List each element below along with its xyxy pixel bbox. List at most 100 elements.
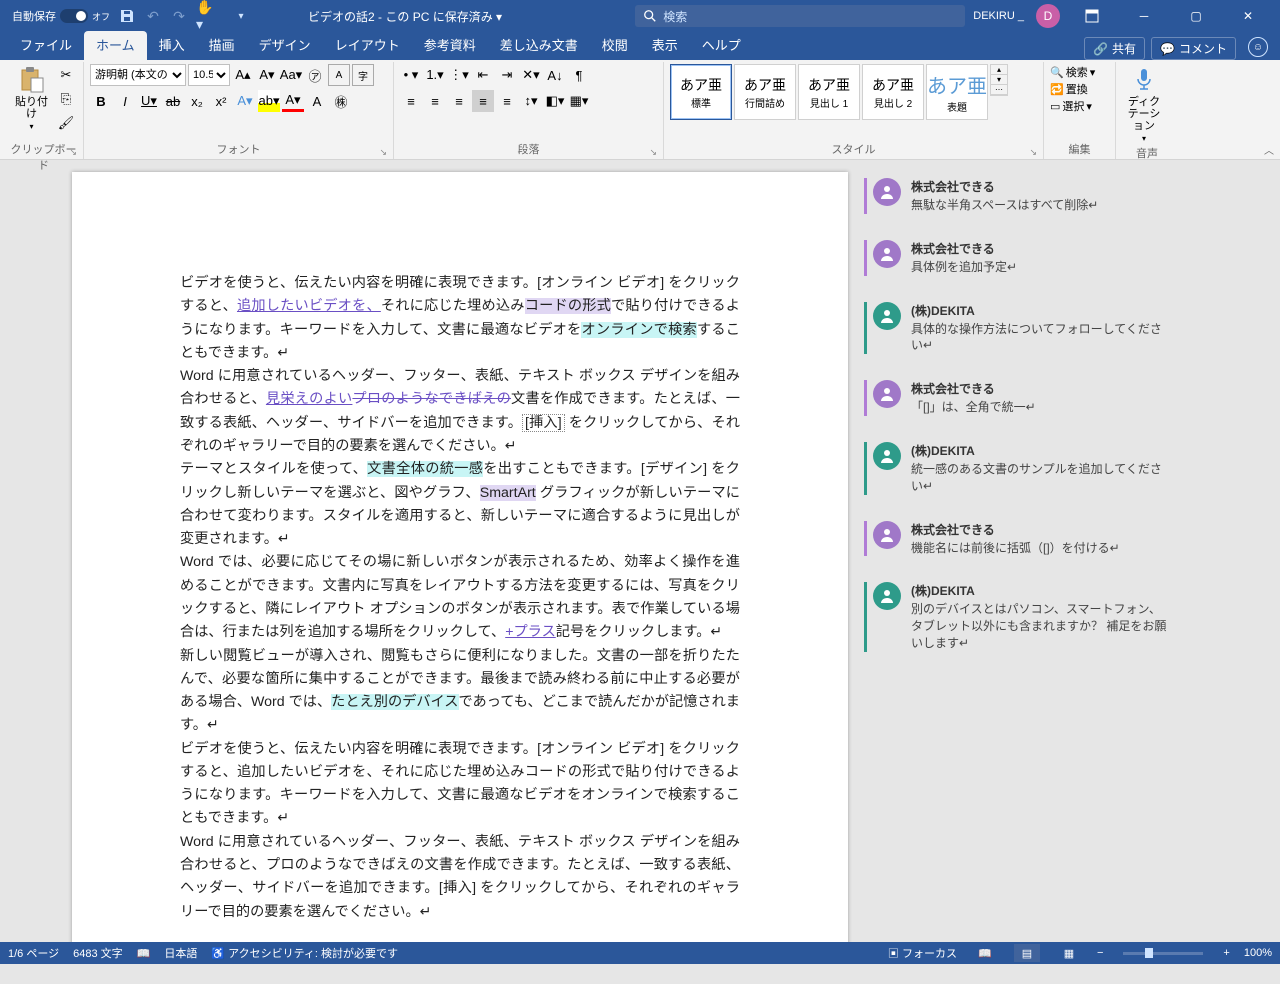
maximize-icon[interactable]: ▢ (1176, 0, 1216, 32)
align-center-icon[interactable]: ≡ (424, 90, 446, 112)
spellcheck-icon[interactable]: 📖 (137, 947, 151, 960)
launcher-icon[interactable]: ↘ (69, 147, 77, 158)
show-marks-icon[interactable]: ¶ (568, 64, 590, 86)
line-spacing-icon[interactable]: ↕▾ (520, 90, 542, 112)
shading-icon[interactable]: ◧▾ (544, 90, 566, 112)
undo-icon[interactable]: ↶ (144, 7, 162, 25)
comment-item[interactable]: (株)DEKITA具体的な操作方法についてフォローしてください↵ (864, 302, 1256, 355)
char-border-icon[interactable]: ㊑ (330, 90, 352, 112)
copy-icon[interactable]: ⎘ (55, 88, 77, 110)
font-name-select[interactable]: 游明朝 (本文の (90, 64, 186, 86)
numbering-icon[interactable]: 1.▾ (424, 64, 446, 86)
clear-format-icon[interactable]: A (328, 64, 350, 86)
comment-item[interactable]: 株式会社できる具体例を追加予定↵ (864, 240, 1256, 276)
comments-button[interactable]: 💬 コメント (1151, 37, 1236, 60)
feedback-icon[interactable]: ☺ (1248, 37, 1268, 57)
tab-レイアウト[interactable]: レイアウト (323, 31, 412, 60)
shrink-font-icon[interactable]: A▾ (256, 64, 278, 86)
share-button[interactable]: 🔗 共有 (1084, 37, 1145, 60)
distribute-icon[interactable]: ≡ (496, 90, 518, 112)
highlight-icon[interactable]: ab▾ (258, 90, 280, 112)
style-行間詰め[interactable]: あア亜行間詰め (734, 64, 796, 120)
tab-ヘルプ[interactable]: ヘルプ (690, 31, 753, 60)
multilevel-icon[interactable]: ⋮▾ (448, 64, 470, 86)
tab-参考資料[interactable]: 参考資料 (412, 31, 488, 60)
indent-inc-icon[interactable]: ⇥ (496, 64, 518, 86)
ribbon-display-icon[interactable] (1072, 0, 1112, 32)
page-indicator[interactable]: 1/6 ページ (8, 945, 59, 961)
dictate-button[interactable]: ディクテーション ▾ (1122, 64, 1166, 145)
font-color-icon[interactable]: A▾ (282, 90, 304, 112)
format-painter-icon[interactable]: 🖌 (55, 112, 77, 134)
tab-差し込み文書[interactable]: 差し込み文書 (488, 31, 590, 60)
touch-mode-icon[interactable]: ✋▾ (196, 7, 214, 25)
zoom-out-icon[interactable]: − (1097, 947, 1103, 959)
enclose-icon[interactable]: 字 (352, 64, 374, 86)
zoom-in-icon[interactable]: + (1223, 947, 1229, 959)
accessibility-indicator[interactable]: ♿ アクセシビリティ: 検討が必要です (211, 945, 398, 961)
launcher-icon[interactable]: ↘ (649, 147, 657, 158)
text-effects-icon[interactable]: A▾ (234, 90, 256, 112)
grow-font-icon[interactable]: A▴ (232, 64, 254, 86)
style-見出し 2[interactable]: あア亜見出し 2 (862, 64, 924, 120)
char-shading-icon[interactable]: A (306, 90, 328, 112)
tab-描画[interactable]: 描画 (197, 31, 247, 60)
indent-dec-icon[interactable]: ⇤ (472, 64, 494, 86)
zoom-slider[interactable] (1123, 952, 1203, 955)
up-icon[interactable]: ▴ (991, 65, 1007, 75)
zoom-level[interactable]: 100% (1244, 947, 1272, 959)
tab-デザイン[interactable]: デザイン (247, 31, 323, 60)
style-標準[interactable]: あア亜標準 (670, 64, 732, 120)
underline-icon[interactable]: U▾ (138, 90, 160, 112)
print-layout-icon[interactable]: ▤ (1014, 944, 1040, 962)
tab-挿入[interactable]: 挿入 (147, 31, 197, 60)
redo-icon[interactable]: ↷ (170, 7, 188, 25)
launcher-icon[interactable]: ↘ (1029, 147, 1037, 158)
autosave-toggle[interactable]: 自動保存 オフ (12, 8, 110, 24)
strike-icon[interactable]: ab (162, 90, 184, 112)
comment-item[interactable]: 株式会社できる「[]」は、全角で統一↵ (864, 380, 1256, 416)
focus-mode-button[interactable]: ▣ フォーカス (888, 945, 957, 961)
more-icon[interactable]: ⋯ (991, 85, 1007, 95)
tab-ファイル[interactable]: ファイル (8, 31, 84, 60)
word-count[interactable]: 6483 文字 (73, 945, 123, 961)
language-indicator[interactable]: 日本語 (164, 945, 197, 961)
paste-button[interactable]: 貼り付け ▾ (10, 64, 53, 133)
align-right-icon[interactable]: ≡ (448, 90, 470, 112)
comment-item[interactable]: 株式会社できる無駄な半角スペースはすべて削除↵ (864, 178, 1256, 214)
subscript-icon[interactable]: x₂ (186, 90, 208, 112)
style-scroll[interactable]: ▴▾⋯ (990, 64, 1008, 96)
style-表題[interactable]: あア亜表題 (926, 64, 988, 120)
tab-ホーム[interactable]: ホーム (84, 31, 147, 60)
avatar[interactable]: D (1036, 4, 1060, 28)
web-layout-icon[interactable]: ▦ (1056, 944, 1082, 962)
italic-icon[interactable]: I (114, 90, 136, 112)
down-icon[interactable]: ▾ (991, 75, 1007, 85)
user-name[interactable]: DEKIRU _ (973, 10, 1024, 22)
comment-item[interactable]: (株)DEKITA統一感のある文書のサンプルを追加してください↵ (864, 442, 1256, 495)
search-box[interactable]: 検索 (635, 5, 965, 27)
superscript-icon[interactable]: x² (210, 90, 232, 112)
launcher-icon[interactable]: ↘ (379, 147, 387, 158)
toggle-switch[interactable] (60, 9, 88, 23)
qat-customize-icon[interactable]: ▾ (232, 7, 250, 25)
minimize-icon[interactable]: ─ (1124, 0, 1164, 32)
change-case-icon[interactable]: Aa▾ (280, 64, 302, 86)
style-見出し 1[interactable]: あア亜見出し 1 (798, 64, 860, 120)
select-button[interactable]: ▭選択▾ (1050, 98, 1092, 114)
bullets-icon[interactable]: • ▾ (400, 64, 422, 86)
replace-button[interactable]: 🔁置換 (1050, 81, 1088, 97)
asian-layout-icon[interactable]: ✕▾ (520, 64, 542, 86)
bold-icon[interactable]: B (90, 90, 112, 112)
collapse-ribbon-icon[interactable]: ︿ (1264, 142, 1274, 157)
sort-icon[interactable]: A↓ (544, 64, 566, 86)
style-gallery[interactable]: あア亜標準あア亜行間詰めあア亜見出し 1あア亜見出し 2あア亜表題 (670, 64, 988, 124)
align-left-icon[interactable]: ≡ (400, 90, 422, 112)
comment-item[interactable]: (株)DEKITA別のデバイスとはパソコン、スマートフォン、タブレット以外にも含… (864, 582, 1256, 651)
borders-icon[interactable]: ▦▾ (568, 90, 590, 112)
body-text[interactable]: ビデオを使うと、伝えたい内容を明確に表現できます。[オンライン ビデオ] をクリ… (180, 272, 740, 924)
find-button[interactable]: 🔍検索▾ (1050, 64, 1095, 80)
phonetic-icon[interactable]: ㋐ (304, 64, 326, 86)
comment-item[interactable]: 株式会社できる機能名には前後に括弧（[]）を付ける↵ (864, 521, 1256, 557)
justify-icon[interactable]: ≡ (472, 90, 494, 112)
